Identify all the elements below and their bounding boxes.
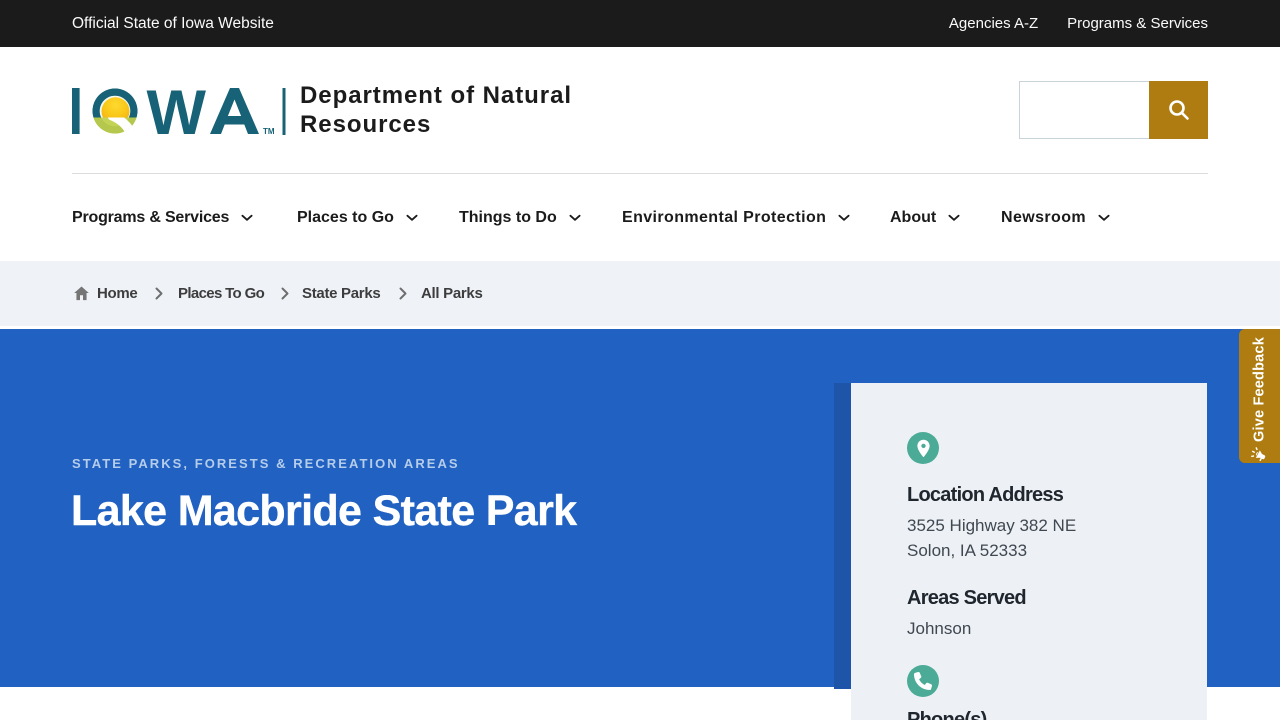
svg-text:TM: TM [263, 127, 275, 136]
svg-text:W: W [147, 81, 207, 139]
